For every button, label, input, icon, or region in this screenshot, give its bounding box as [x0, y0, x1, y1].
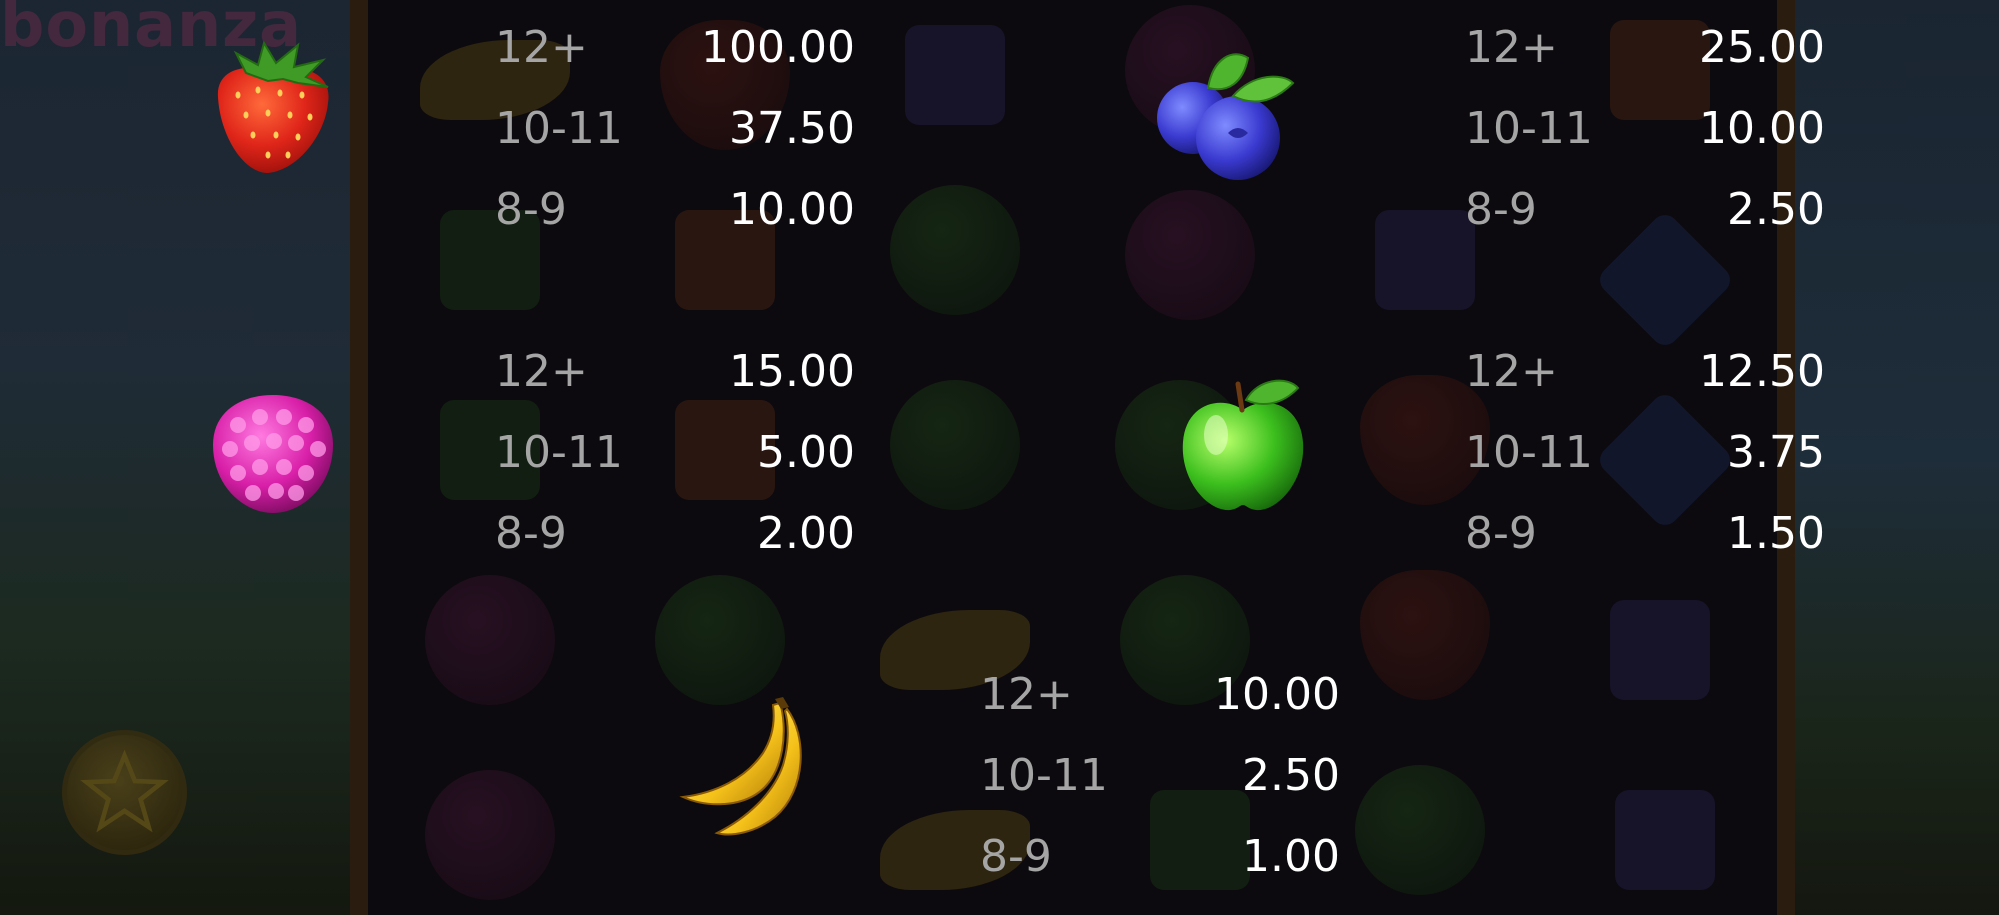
apple-icon [1168, 370, 1318, 520]
payout-value: 10.00 [729, 184, 855, 235]
payout-value: 10.00 [1699, 103, 1825, 154]
symbol-count: 8-9 [1465, 184, 1537, 235]
bg-spade-icon [1375, 210, 1475, 310]
strawberry-row-3: 8-9 10.00 [495, 180, 855, 240]
blueberry-row-3: 8-9 2.50 [1465, 180, 1825, 240]
payout-value: 100.00 [701, 22, 855, 73]
apple-row-1: 12+ 12.50 [1465, 342, 1825, 402]
apple-row-2: 10-11 3.75 [1465, 423, 1825, 483]
symbol-count: 10-11 [1465, 103, 1593, 154]
banana-icon [675, 695, 825, 845]
symbol-count: 12+ [1465, 346, 1558, 397]
apple-row-3: 8-9 1.50 [1465, 504, 1825, 564]
symbol-count: 8-9 [980, 831, 1052, 882]
payout-value: 2.50 [1727, 184, 1825, 235]
blueberry-icon [1148, 38, 1298, 188]
bg-apple-icon [890, 185, 1020, 315]
raspberry-row-2: 10-11 5.00 [495, 423, 855, 483]
bg-spade-icon [1610, 600, 1710, 700]
banana-row-1: 12+ 10.00 [980, 665, 1340, 725]
strawberry-icon [198, 35, 348, 185]
payout-value: 2.50 [1242, 750, 1340, 801]
payout-value: 2.00 [757, 508, 855, 559]
payout-value: 12.50 [1699, 346, 1825, 397]
bg-spade-icon [905, 25, 1005, 125]
bg-apple-icon [1355, 765, 1485, 895]
payout-value: 5.00 [757, 427, 855, 478]
star-coin-icon [80, 749, 169, 833]
bg-apple-icon [890, 380, 1020, 510]
payout-value: 1.00 [1242, 831, 1340, 882]
strawberry-row-1: 12+ 100.00 [495, 18, 855, 78]
symbol-count: 8-9 [1465, 508, 1537, 559]
banana-row-2: 10-11 2.50 [980, 746, 1340, 806]
symbol-count: 10-11 [980, 750, 1108, 801]
symbol-count: 8-9 [495, 508, 567, 559]
symbol-count: 10-11 [495, 103, 623, 154]
symbol-count: 12+ [1465, 22, 1558, 73]
bg-apple-icon [655, 575, 785, 705]
banana-row-3: 8-9 1.00 [980, 827, 1340, 887]
symbol-count: 8-9 [495, 184, 567, 235]
strawberry-row-2: 10-11 37.50 [495, 99, 855, 159]
bg-raspberry-icon [1125, 190, 1255, 320]
bg-raspberry-icon [425, 575, 555, 705]
payout-value: 37.50 [729, 103, 855, 154]
symbol-count: 10-11 [495, 427, 623, 478]
symbol-count: 12+ [980, 669, 1073, 720]
blueberry-row-1: 12+ 25.00 [1465, 18, 1825, 78]
symbol-count: 12+ [495, 346, 588, 397]
raspberry-row-1: 12+ 15.00 [495, 342, 855, 402]
blueberry-row-2: 10-11 10.00 [1465, 99, 1825, 159]
payout-value: 1.50 [1727, 508, 1825, 559]
payout-value: 3.75 [1727, 427, 1825, 478]
payout-value: 15.00 [729, 346, 855, 397]
symbol-count: 10-11 [1465, 427, 1593, 478]
symbol-count: 12+ [495, 22, 588, 73]
raspberry-row-3: 8-9 2.00 [495, 504, 855, 564]
bg-raspberry-icon [425, 770, 555, 900]
paytable-screen: bonanza 12+ 100.00 10-11 37.50 8-9 10.00… [0, 0, 1999, 915]
star-coin-button[interactable] [62, 730, 187, 855]
raspberry-icon [198, 375, 348, 525]
payout-value: 10.00 [1214, 669, 1340, 720]
payout-value: 25.00 [1699, 22, 1825, 73]
bg-spade-icon [1615, 790, 1715, 890]
